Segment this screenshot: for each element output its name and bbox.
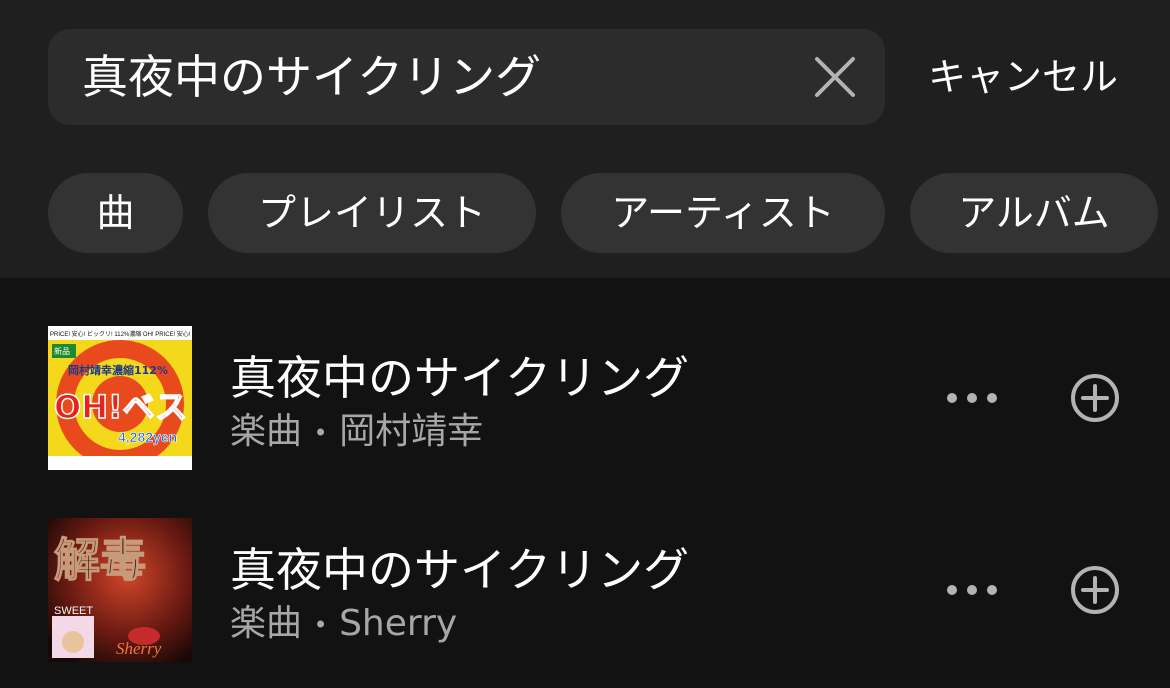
- add-circle-icon[interactable]: [1070, 373, 1120, 423]
- cover-sub: SWEET: [54, 605, 93, 617]
- track-title: 真夜中のサイクリング: [230, 351, 690, 405]
- result-row[interactable]: PRICE! 安心! ビックリ! 112%濃縮 OH! PRICE! 安心! 新…: [0, 320, 1170, 470]
- track-type: 楽曲: [230, 603, 303, 644]
- search-input[interactable]: 真夜中のサイクリング: [82, 29, 541, 125]
- filter-chip-playlists[interactable]: プレイリスト: [208, 173, 536, 253]
- search-field[interactable]: 真夜中のサイクリング: [48, 29, 885, 125]
- track-artist: 岡村靖幸: [339, 411, 484, 452]
- cancel-button[interactable]: キャンセル: [928, 29, 1118, 125]
- meta-separator: •: [313, 419, 328, 447]
- cover-subtitle: 岡村靖幸濃縮112%: [68, 363, 168, 377]
- cover-title: OH!ベスト: [54, 388, 192, 426]
- album-cover: 解毒 SWEET Sherry: [48, 518, 192, 662]
- result-row[interactable]: 解毒 SWEET Sherry 真夜中のサイクリング 楽曲 • Sherry: [0, 512, 1170, 662]
- filter-chip-songs[interactable]: 曲: [48, 173, 183, 253]
- track-meta: 楽曲 • 岡村靖幸: [230, 402, 483, 454]
- album-cover: PRICE! 安心! ビックリ! 112%濃縮 OH! PRICE! 安心! 新…: [48, 326, 192, 470]
- cover-artist: Sherry: [116, 639, 162, 658]
- cover-badge: 新品: [54, 346, 70, 356]
- meta-separator: •: [313, 611, 328, 639]
- more-icon[interactable]: [946, 582, 998, 598]
- more-icon[interactable]: [946, 390, 998, 406]
- cover-title: 解毒: [54, 533, 146, 587]
- add-circle-icon[interactable]: [1070, 565, 1120, 615]
- track-artist: Sherry: [339, 603, 458, 644]
- filter-chip-albums[interactable]: アルバム: [910, 173, 1158, 253]
- filter-chip-artists[interactable]: アーティスト: [561, 173, 885, 253]
- cover-price: 4,282yen: [118, 429, 177, 445]
- cover-top-text: PRICE! 安心! ビックリ! 112%濃縮 OH! PRICE! 安心!: [50, 330, 191, 338]
- close-icon[interactable]: [813, 55, 857, 99]
- track-type: 楽曲: [230, 411, 303, 452]
- search-header: 真夜中のサイクリング キャンセル 曲 プレイリスト アーティスト アルバム: [0, 0, 1170, 278]
- track-meta: 楽曲 • Sherry: [230, 594, 457, 646]
- track-title: 真夜中のサイクリング: [230, 543, 690, 597]
